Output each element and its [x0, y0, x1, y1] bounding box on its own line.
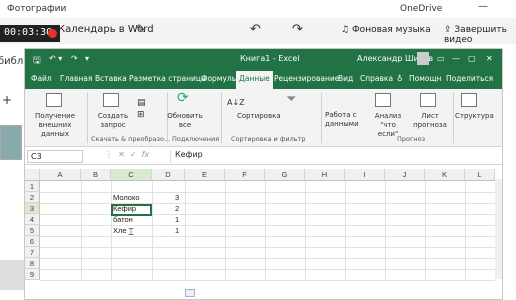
- cell-c4[interactable]: батон: [113, 215, 133, 224]
- row-header[interactable]: 5: [25, 225, 40, 236]
- finish-video-label: Завершить видео: [444, 25, 507, 45]
- recent-sources-icon[interactable]: ⊞: [137, 111, 145, 120]
- query-icon[interactable]: [103, 93, 119, 107]
- cell-d5[interactable]: 1: [175, 226, 179, 235]
- forecast-chart-icon[interactable]: [420, 93, 436, 107]
- tab-help[interactable]: Справка: [360, 74, 393, 83]
- background-music-label: Фоновая музыка: [351, 25, 431, 35]
- redo-icon[interactable]: ↷: [292, 22, 303, 37]
- tab-insert[interactable]: Вставка: [95, 74, 127, 83]
- group-sort-filter: Сортировка и фильтр: [231, 135, 306, 143]
- row-header[interactable]: 3: [25, 203, 40, 214]
- tell-me-search[interactable]: Помощн: [409, 74, 441, 83]
- pencil-icon[interactable]: ✎: [136, 22, 146, 36]
- row-header[interactable]: 1: [25, 181, 40, 192]
- sidebar-thumbnail[interactable]: [0, 125, 22, 160]
- column-header[interactable]: D: [152, 169, 185, 181]
- close-icon[interactable]: ✕: [486, 54, 493, 63]
- spreadsheet-grid[interactable]: A B C D E F G H I J K L 1 2 3 4 5 6 7 8 …: [25, 169, 495, 299]
- tab-data[interactable]: Данные: [236, 71, 273, 89]
- onedrive-label[interactable]: OneDrive: [400, 4, 442, 14]
- outline-icon[interactable]: [461, 93, 477, 107]
- refresh-all-button[interactable]: Обновить все: [167, 112, 203, 130]
- column-header[interactable]: C: [111, 169, 152, 181]
- funnel-icon[interactable]: ⏷: [286, 93, 296, 106]
- tab-page-layout[interactable]: Разметка страницы: [129, 74, 207, 83]
- mouse-cursor-icon: ⌶: [128, 227, 134, 238]
- window-title: Книга1 - Excel: [240, 54, 300, 63]
- quick-access-icon[interactable]: ▾: [85, 54, 89, 63]
- row-header[interactable]: 6: [25, 236, 40, 247]
- active-cell-border: [111, 204, 152, 216]
- ribbon-options-icon[interactable]: ▭: [437, 54, 445, 63]
- group-connections: Подключения: [172, 135, 220, 143]
- minimize-icon[interactable]: —: [452, 54, 460, 63]
- row-header[interactable]: 2: [25, 192, 40, 203]
- cell-d2[interactable]: 3: [175, 193, 179, 202]
- get-external-data-button[interactable]: Получение внешних данных: [27, 112, 83, 139]
- vertical-scrollbar[interactable]: [495, 179, 502, 279]
- cell-c2[interactable]: Молоко: [113, 193, 140, 202]
- forecast-sheet-button[interactable]: Лист прогноза: [413, 112, 447, 130]
- row-header[interactable]: 4: [25, 214, 40, 225]
- undo-icon[interactable]: ↶ ▾: [49, 54, 62, 63]
- ribbon-tabs: Файл Главная Вставка Разметка страницы Ф…: [25, 70, 502, 89]
- add-icon[interactable]: +: [2, 93, 12, 107]
- get-data-icon[interactable]: [46, 93, 62, 107]
- tab-home[interactable]: Главная: [60, 74, 92, 83]
- sidebar-thumbnail[interactable]: [0, 260, 24, 290]
- avatar[interactable]: [417, 52, 429, 65]
- what-if-icon[interactable]: [375, 93, 391, 107]
- row-header[interactable]: 9: [25, 269, 40, 280]
- column-header[interactable]: F: [225, 169, 265, 181]
- minimize-icon[interactable]: —: [478, 1, 488, 12]
- table-icon[interactable]: ▤: [137, 99, 146, 108]
- cell-d3[interactable]: 2: [175, 204, 179, 213]
- column-header[interactable]: E: [185, 169, 225, 181]
- column-header[interactable]: K: [425, 169, 465, 181]
- redo-icon[interactable]: ↷: [71, 54, 78, 63]
- photos-app-title: Фотографии: [7, 4, 67, 14]
- share-button[interactable]: Поделиться: [446, 74, 493, 83]
- column-header[interactable]: B: [81, 169, 111, 181]
- finish-video-button[interactable]: ⇪ Завершить видео: [444, 25, 516, 45]
- outline-button[interactable]: Структура: [455, 112, 494, 121]
- new-query-button[interactable]: Создать запрос: [93, 112, 133, 130]
- group-get-transform: Скачать & преобразо...: [91, 135, 171, 143]
- name-box[interactable]: C3: [27, 150, 83, 163]
- column-header[interactable]: A: [40, 169, 81, 181]
- sort-az-icon[interactable]: A↓Z: [227, 98, 245, 107]
- column-header[interactable]: I: [345, 169, 385, 181]
- background-music-button[interactable]: ♫ Фоновая музыка: [341, 25, 431, 35]
- group-forecast: Прогноз: [397, 135, 426, 143]
- column-header[interactable]: H: [305, 169, 345, 181]
- sort-button[interactable]: Сортировка: [237, 112, 281, 121]
- data-tools-button[interactable]: Работа с данными: [325, 111, 359, 129]
- formula-input[interactable]: Кефир: [170, 150, 490, 163]
- excel-title-bar: 🖫 ↶ ▾ ↷ ▾ Книга1 - Excel Александр Шихов…: [25, 49, 502, 70]
- tab-review[interactable]: Рецензирование: [274, 74, 339, 83]
- formula-buttons[interactable]: ⋮ ✕ ✓ fx: [105, 150, 149, 159]
- lightbulb-icon: ♁: [397, 74, 403, 83]
- refresh-icon[interactable]: ⟳: [177, 91, 189, 105]
- tab-view[interactable]: Вид: [338, 74, 353, 83]
- row-header[interactable]: 8: [25, 258, 40, 269]
- share-icon: ⇪: [444, 25, 455, 35]
- paste-options-icon[interactable]: [185, 289, 195, 297]
- maximize-icon[interactable]: ▢: [468, 54, 476, 63]
- row-header[interactable]: 7: [25, 247, 40, 258]
- excel-window: 🖫 ↶ ▾ ↷ ▾ Книга1 - Excel Александр Шихов…: [24, 48, 503, 300]
- column-header[interactable]: L: [465, 169, 495, 181]
- tab-file[interactable]: Файл: [31, 74, 52, 83]
- cell-c5[interactable]: Хле: [113, 226, 127, 235]
- undo-icon[interactable]: ↶: [250, 22, 261, 37]
- select-all-corner[interactable]: [25, 169, 40, 181]
- column-header[interactable]: J: [385, 169, 425, 181]
- cell-d4[interactable]: 1: [175, 215, 179, 224]
- save-icon[interactable]: 🖫: [33, 53, 41, 69]
- record-dot-icon[interactable]: [48, 29, 57, 38]
- music-note-icon: ♫: [341, 25, 352, 35]
- tab-formulas[interactable]: Формулы: [201, 74, 238, 83]
- column-header[interactable]: G: [265, 169, 305, 181]
